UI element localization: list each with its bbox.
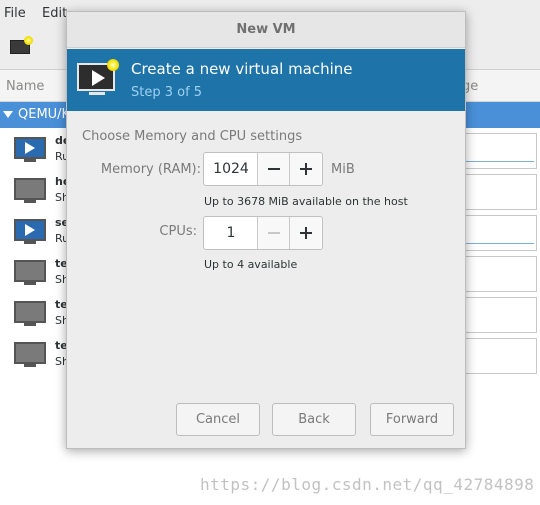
new-vm-dialog: New VM Create a new virtual machine Step… — [66, 11, 466, 449]
menu-edit[interactable]: Edit — [42, 6, 67, 21]
column-name-header[interactable]: Name — [6, 79, 44, 94]
section-title: Choose Memory and CPU settings — [82, 129, 303, 144]
connection-label: QEMU/K — [18, 107, 71, 122]
dialog-titlebar[interactable]: New VM — [67, 12, 465, 48]
cpus-decrease-button[interactable] — [257, 217, 289, 249]
wizard-banner: Create a new virtual machine Step 3 of 5 — [67, 49, 465, 111]
back-button[interactable]: Back — [272, 403, 356, 436]
cpu-usage-graph — [462, 215, 537, 251]
new-vm-icon[interactable] — [8, 36, 34, 60]
expander-arrow-icon[interactable] — [3, 111, 13, 118]
cpu-usage-graph — [462, 174, 537, 210]
dialog-title: New VM — [236, 22, 296, 37]
cpus-input[interactable]: 1 — [204, 217, 258, 249]
memory-spinner: 1024 — [203, 152, 323, 186]
cpu-usage-graph — [462, 338, 537, 374]
banner-title: Create a new virtual machine — [131, 60, 353, 78]
vm-monitor-icon — [14, 260, 46, 286]
memory-increase-button[interactable] — [289, 153, 321, 185]
cpus-hint: Up to 4 available — [204, 258, 298, 271]
banner-step: Step 3 of 5 — [131, 85, 203, 100]
cpu-usage-graph — [462, 256, 537, 292]
memory-decrease-button[interactable] — [257, 153, 289, 185]
cancel-button[interactable]: Cancel — [176, 403, 260, 436]
menu-file[interactable]: File — [4, 6, 26, 21]
cpus-label: CPUs: — [159, 224, 197, 239]
cpu-usage-graph — [462, 297, 537, 333]
cpu-usage-graph — [462, 133, 537, 169]
watermark: https://blog.csdn.net/qq_42784898 — [200, 475, 535, 494]
vm-monitor-icon — [14, 342, 46, 368]
new-vm-icon — [77, 59, 119, 99]
cpus-spinner: 1 — [203, 216, 323, 250]
vm-monitor-icon — [14, 178, 46, 204]
forward-button[interactable]: Forward — [370, 403, 454, 436]
vm-monitor-icon — [14, 301, 46, 327]
memory-label: Memory (RAM): — [100, 162, 201, 177]
memory-hint: Up to 3678 MiB available on the host — [204, 195, 408, 208]
memory-input[interactable]: 1024 — [204, 153, 258, 185]
vm-monitor-icon — [14, 219, 46, 245]
cpus-increase-button[interactable] — [289, 217, 321, 249]
memory-unit: MiB — [331, 162, 355, 177]
vm-monitor-icon — [14, 137, 46, 163]
